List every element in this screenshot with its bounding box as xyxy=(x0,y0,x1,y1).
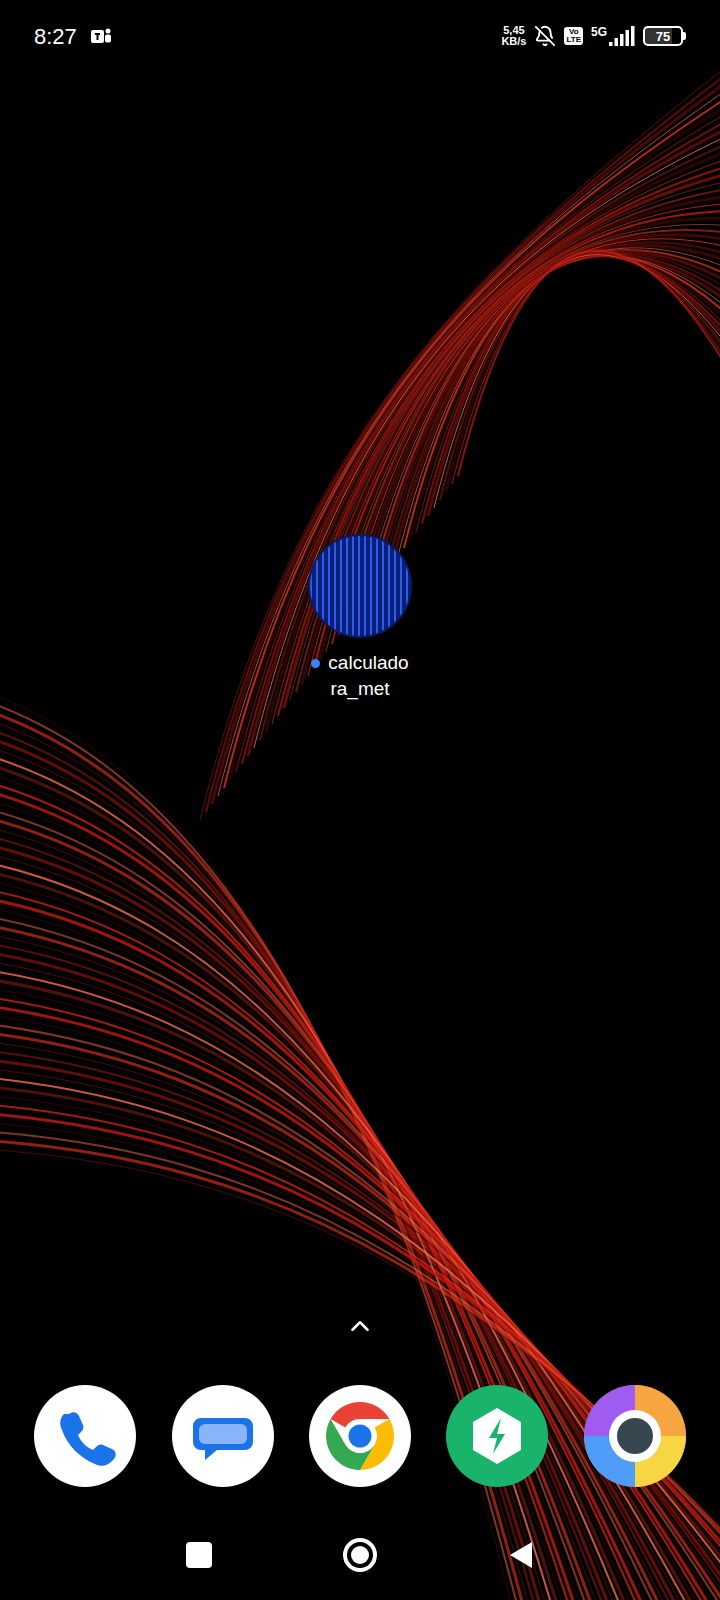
net-speed: 5,45KB/s xyxy=(501,25,526,47)
phone-icon[interactable] xyxy=(33,1384,137,1488)
browser-icon[interactable] xyxy=(583,1384,687,1488)
back-icon[interactable] xyxy=(508,1540,534,1570)
network-type: 5G xyxy=(591,26,607,38)
bell-off-icon xyxy=(534,25,556,47)
app-drawer-chevron-icon[interactable] xyxy=(345,1311,375,1341)
signal-icon xyxy=(609,26,635,46)
chrome-icon[interactable] xyxy=(308,1384,412,1488)
volte-badge: VoLTE xyxy=(564,27,583,45)
dock xyxy=(0,1384,720,1488)
recents-button[interactable] xyxy=(186,1542,212,1568)
nav-bar xyxy=(0,1520,720,1600)
teams-icon xyxy=(89,24,113,48)
new-dot xyxy=(311,659,320,668)
status-bar: 8:27 5,45KB/s VoLTE 5G 75 xyxy=(0,0,720,72)
app-shortcut[interactable]: calculadora_met xyxy=(308,534,412,702)
wallpaper xyxy=(0,0,720,1600)
app-icon[interactable] xyxy=(308,534,412,638)
home-screen: 8:27 5,45KB/s VoLTE 5G 75 calculadora_met xyxy=(0,0,720,1600)
home-button[interactable] xyxy=(343,1538,377,1572)
app-label: calculadora_met xyxy=(311,650,408,702)
security-app-icon[interactable] xyxy=(445,1384,549,1488)
battery: 75 xyxy=(643,26,683,46)
clock: 8:27 xyxy=(34,20,77,53)
home-area: calculadora_met xyxy=(0,72,720,1306)
messages-icon[interactable] xyxy=(171,1384,275,1488)
